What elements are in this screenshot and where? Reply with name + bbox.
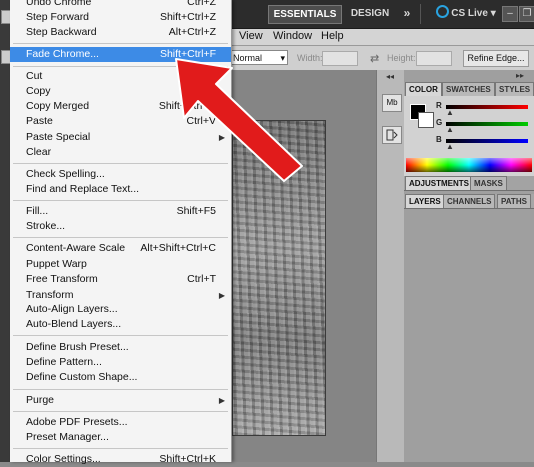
menu-item-color-settings[interactable]: Color Settings... Shift+Ctrl+K — [10, 452, 231, 467]
divider — [420, 4, 421, 24]
edit-menu: Undo Chrome Ctrl+Z Step Forward Shift+Ctrl… — [10, 0, 232, 465]
mode-select[interactable]: Normal — [230, 50, 288, 66]
menu-item-copy[interactable]: Copy Ctrl+C — [10, 84, 231, 99]
menu-item-preset-manager[interactable]: Preset Manager... — [10, 430, 231, 445]
menu-divider — [13, 389, 228, 390]
menu-item-stroke[interactable]: Stroke... — [10, 219, 231, 234]
tab-color[interactable]: COLOR — [405, 82, 442, 96]
menu-divider — [13, 237, 228, 238]
tab-channels[interactable]: CHANNELS — [443, 194, 496, 208]
tab-layers[interactable]: LAYERS — [405, 194, 445, 208]
tab-masks[interactable]: MASKS — [470, 176, 507, 190]
menu-view[interactable]: View — [239, 30, 263, 42]
more-workspaces-icon[interactable]: » — [400, 5, 414, 22]
tools-panel-edge — [0, 0, 11, 462]
menu-item-pdf-presets[interactable]: Adobe PDF Presets... — [10, 415, 231, 430]
menu-item-check-spelling[interactable]: Check Spelling... — [10, 167, 231, 182]
menu-divider — [13, 200, 228, 201]
color-panel-tabs: COLOR SWATCHES STYLES — [404, 82, 534, 97]
menu-item-cut[interactable]: Cut Ctrl+X — [10, 69, 231, 84]
red-slider[interactable] — [446, 105, 528, 109]
menu-item-define-brush[interactable]: Define Brush Preset... — [10, 340, 231, 355]
swap-icon[interactable]: ⇄ — [370, 52, 379, 65]
collapse-icon[interactable]: ◂◂ — [386, 72, 394, 81]
red-channel-label: R — [436, 101, 442, 110]
menu-window[interactable]: Window — [273, 30, 312, 42]
menu-divider — [13, 448, 228, 449]
color-panel: R ▲ G ▲ B ▲ — [404, 96, 534, 186]
cs-live-label: CS Live — [451, 8, 488, 19]
workspace-design-button[interactable]: DESIGN — [348, 5, 392, 22]
green-slider-thumb-icon[interactable]: ▲ — [446, 125, 454, 134]
menu-item-content-aware-scale[interactable]: Content-Aware Scale Alt+Shift+Ctrl+C — [10, 241, 231, 256]
layers-panel-tabs: LAYERS CHANNELS PATHS — [404, 194, 534, 209]
menu-item-define-custom-shape[interactable]: Define Custom Shape... — [10, 370, 231, 385]
menu-divider — [13, 43, 228, 44]
menu-item-undo[interactable]: Undo Chrome Ctrl+Z — [10, 0, 231, 10]
menu-divider — [13, 66, 228, 67]
cs-live-icon — [436, 5, 450, 18]
history-glyph-icon — [386, 129, 398, 141]
history-icon[interactable] — [382, 126, 402, 144]
menu-item-find-replace[interactable]: Find and Replace Text... — [10, 182, 231, 197]
tab-adjustments[interactable]: ADJUSTMENTS — [405, 176, 474, 190]
menu-item-auto-blend[interactable]: Auto-Blend Layers... — [10, 317, 231, 332]
panels-dock: ▸▸ COLOR SWATCHES STYLES R ▲ G ▲ B ▲ ADJ… — [404, 70, 534, 462]
menu-help[interactable]: Help — [321, 30, 344, 42]
restore-button[interactable]: ❐ — [519, 6, 534, 22]
tab-styles[interactable]: STYLES — [495, 82, 534, 96]
document-image[interactable] — [232, 120, 326, 436]
width-label: Width: — [297, 53, 323, 63]
menu-item-copy-merged[interactable]: Copy Merged Shift+Ctrl+C — [10, 99, 231, 114]
background-color-swatch[interactable] — [418, 112, 434, 128]
green-channel-label: G — [436, 118, 443, 127]
menu-item-transform[interactable]: Transform ▶ — [10, 288, 231, 303]
menu-item-define-pattern[interactable]: Define Pattern... — [10, 355, 231, 370]
adjustments-panel-tabs: ADJUSTMENTS MASKS — [404, 176, 534, 191]
submenu-arrow-icon: ▶ — [218, 291, 225, 300]
minimize-button[interactable]: – — [502, 6, 518, 22]
menu-item-puppet-warp[interactable]: Puppet Warp — [10, 257, 231, 272]
refine-edge-button[interactable]: Refine Edge... — [463, 50, 529, 67]
menu-item-auto-align[interactable]: Auto-Align Layers... — [10, 302, 231, 317]
menu-divider — [13, 411, 228, 412]
chevron-down-icon: ▾ — [490, 8, 496, 19]
menu-divider — [13, 163, 228, 164]
submenu-arrow-icon: ▶ — [218, 396, 225, 405]
menu-item-clear[interactable]: Clear — [10, 145, 231, 160]
submenu-arrow-icon: ▶ — [218, 133, 225, 142]
blue-slider[interactable] — [446, 139, 528, 143]
menu-item-purge[interactable]: Purge ▶ — [10, 393, 231, 408]
height-label: Height: — [387, 53, 416, 63]
menu-item-step-forward[interactable]: Step Forward Shift+Ctrl+Z — [10, 10, 231, 25]
cs-live-button[interactable]: CS Live ▾ — [436, 5, 496, 22]
blue-channel-label: B — [436, 135, 442, 144]
tab-swatches[interactable]: SWATCHES — [442, 82, 495, 96]
workspace-essentials-button[interactable]: ESSENTIALS — [268, 5, 342, 24]
panel-dock-column: ◂◂ Mb — [376, 70, 405, 462]
color-spectrum-ramp[interactable] — [406, 158, 532, 172]
height-field[interactable] — [416, 51, 452, 66]
menu-item-paste[interactable]: Paste Ctrl+V — [10, 114, 231, 129]
mini-bridge-icon[interactable]: Mb — [382, 94, 402, 112]
menu-item-paste-special[interactable]: Paste Special ▶ — [10, 130, 231, 145]
green-slider[interactable] — [446, 122, 528, 126]
blue-slider-thumb-icon[interactable]: ▲ — [446, 142, 454, 151]
menu-item-fill[interactable]: Fill... Shift+F5 — [10, 204, 231, 219]
collapse-panels-icon[interactable]: ▸▸ — [516, 71, 524, 80]
menu-item-free-transform[interactable]: Free Transform Ctrl+T — [10, 272, 231, 287]
red-slider-thumb-icon[interactable]: ▲ — [446, 108, 454, 117]
width-field[interactable] — [322, 51, 358, 66]
menu-item-step-backward[interactable]: Step Backward Alt+Ctrl+Z — [10, 25, 231, 40]
tab-paths[interactable]: PATHS — [497, 194, 531, 208]
menu-item-fade[interactable]: Fade Chrome... Shift+Ctrl+F — [10, 47, 231, 62]
menu-divider — [13, 335, 228, 336]
